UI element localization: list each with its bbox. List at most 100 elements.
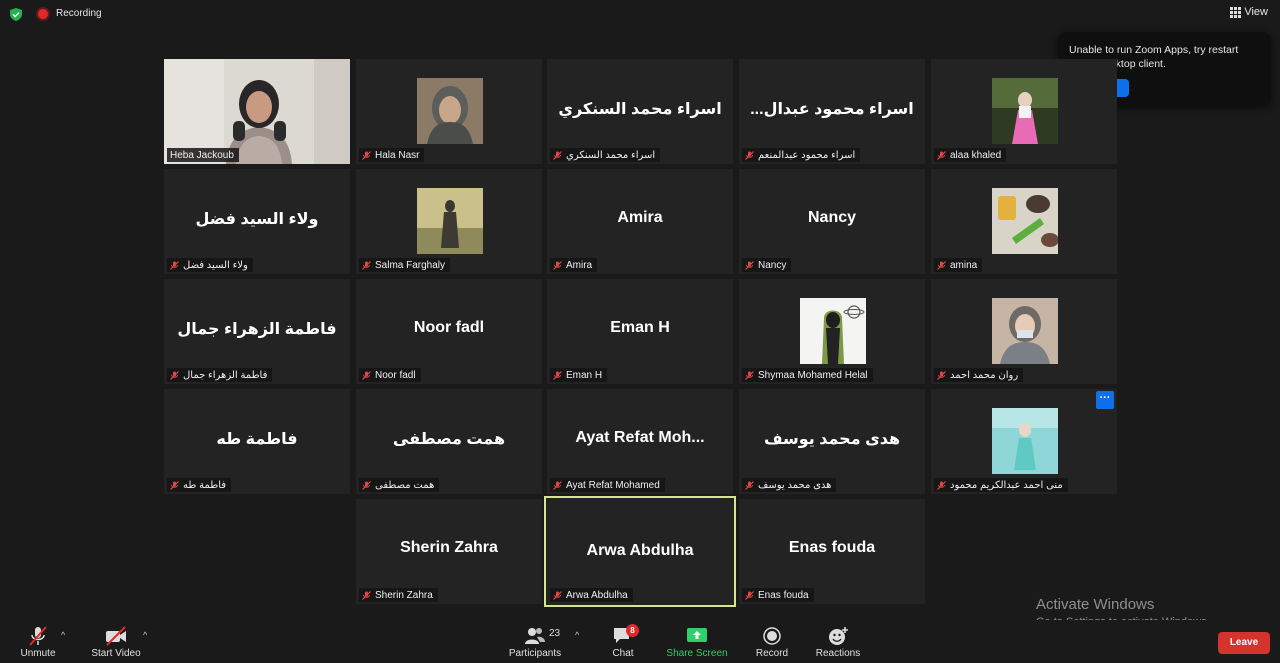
reactions-button[interactable]: Reactions — [814, 620, 862, 663]
participant-nameplate: Salma Farghaly — [359, 258, 451, 272]
chat-label: Chat — [612, 648, 634, 659]
participant-name: فاطمة طه — [183, 479, 227, 491]
participant-display-name: Nancy — [807, 209, 857, 226]
participant-nameplate: Nancy — [742, 258, 792, 272]
participant-display-name: Amira — [617, 209, 663, 226]
participant-nameplate: alaa khaled — [934, 148, 1007, 162]
participant-name: Eman H — [566, 369, 603, 381]
mic-muted-icon — [362, 150, 371, 160]
participant-display-name: فاطمة طه — [216, 431, 298, 448]
participant-tile-esraa-abdelmoneim[interactable]: ...اسراء محمود عبدال اسراء محمود عبدالمن… — [739, 59, 925, 164]
smiley-reaction-icon — [829, 627, 848, 645]
participant-nameplate: منى احمد عبدالكريم محمود — [934, 478, 1068, 492]
participant-tile-shymaa[interactable]: Shymaa Mohamed Helal — [739, 279, 925, 384]
participants-options-caret-icon[interactable]: ^ — [575, 630, 579, 640]
participant-tile-nancy[interactable]: Nancy Nancy — [739, 169, 925, 274]
record-label: Record — [755, 648, 789, 659]
avatar — [417, 78, 483, 144]
participant-nameplate: روان محمد احمد — [934, 368, 1024, 382]
mic-muted-icon — [937, 480, 946, 490]
participant-nameplate: Hala Nasr — [359, 148, 425, 162]
participant-name: Ayat Refat Mohamed — [566, 479, 660, 491]
participant-tile-hemmat[interactable]: همت مصطفى همت مصطفى — [356, 389, 542, 494]
participant-name: Amira — [566, 259, 593, 271]
shield-icon[interactable] — [10, 8, 22, 21]
participants-icon — [525, 628, 545, 644]
reactions-label: Reactions — [815, 648, 861, 659]
participants-button[interactable]: Participants — [506, 620, 564, 663]
participant-name: اسراء محمد السنكري — [566, 149, 656, 161]
meeting-controls-toolbar: Unmute ^ Start Video ^ Participants 23 ^… — [0, 620, 1280, 663]
share-screen-button[interactable]: Share Screen — [664, 620, 730, 663]
recording-icon[interactable] — [38, 9, 48, 19]
participant-name: فاطمة الزهراء جمال — [183, 369, 268, 381]
participant-name: منى احمد عبدالكريم محمود — [950, 479, 1063, 491]
mic-muted-icon — [362, 590, 371, 600]
video-options-caret-icon[interactable]: ^ — [143, 630, 147, 640]
participant-tile-hala[interactable]: Hala Nasr — [356, 59, 542, 164]
participant-name: alaa khaled — [950, 149, 1002, 161]
meeting-top-bar: Recording View — [0, 0, 1280, 28]
participant-tile-heba[interactable]: Heba Jackoub — [164, 59, 350, 164]
participant-tile-walaa[interactable]: ولاء السيد فضل ولاء السيد فضل — [164, 169, 350, 274]
participant-display-name: ...اسراء محمود عبدال — [750, 101, 914, 118]
participant-tile-amira[interactable]: Amira Amira — [547, 169, 733, 274]
participant-nameplate: هدى محمد يوسف — [742, 478, 837, 492]
participant-nameplate: ولاء السيد فضل — [167, 258, 253, 272]
avatar — [992, 298, 1058, 364]
participant-tile-fatma-taha[interactable]: فاطمة طه فاطمة طه — [164, 389, 350, 494]
participant-tile-sherin[interactable]: Sherin Zahra Sherin Zahra — [356, 499, 542, 604]
grid-icon — [1230, 7, 1242, 18]
mic-muted-icon — [170, 370, 179, 380]
participant-name: Heba Jackoub — [170, 149, 234, 161]
participant-display-name: فاطمة الزهراء جمال — [177, 321, 337, 338]
record-icon — [763, 627, 781, 645]
participant-tile-alaa[interactable]: alaa khaled — [931, 59, 1117, 164]
participant-nameplate: Eman H — [550, 368, 608, 382]
mic-muted-icon — [553, 260, 562, 270]
watermark-title: Activate Windows — [1036, 596, 1155, 613]
record-button[interactable]: Record — [752, 620, 792, 663]
participant-tile-ayat[interactable]: Ayat Refat Moh... Ayat Refat Mohamed — [547, 389, 733, 494]
participant-tile-fatma-elzahraa[interactable]: فاطمة الزهراء جمال فاطمة الزهراء جمال — [164, 279, 350, 384]
participant-nameplate: Heba Jackoub — [167, 148, 239, 162]
participant-nameplate: Enas fouda — [742, 588, 814, 602]
mic-muted-icon — [937, 370, 946, 380]
participant-name: Enas fouda — [758, 589, 809, 601]
participant-nameplate: فاطمة طه — [167, 478, 232, 492]
start-video-button[interactable]: Start Video — [86, 620, 146, 663]
participant-tile-arwa-active-speaker[interactable]: Arwa Abdulha Arwa Abdulha — [544, 496, 736, 607]
audio-options-caret-icon[interactable]: ^ — [61, 630, 65, 640]
participant-tile-hoda[interactable]: هدى محمد يوسف هدى محمد يوسف — [739, 389, 925, 494]
participant-name: Salma Farghaly — [375, 259, 446, 271]
participant-display-name: Noor fadl — [413, 319, 485, 336]
mic-muted-icon — [362, 260, 371, 270]
participant-tile-enas[interactable]: Enas fouda Enas fouda — [739, 499, 925, 604]
participant-name: Nancy — [758, 259, 787, 271]
participant-nameplate: Arwa Abdulha — [550, 588, 633, 602]
leave-button[interactable]: Leave — [1218, 632, 1270, 654]
more-options-button[interactable]: ··· — [1096, 391, 1114, 409]
avatar — [992, 78, 1058, 144]
view-button[interactable]: View — [1230, 6, 1268, 18]
participant-tile-salma[interactable]: Salma Farghaly — [356, 169, 542, 274]
participant-tile-esraa-elsonkry[interactable]: اسراء محمد السنكري اسراء محمد السنكري — [547, 59, 733, 164]
participant-tile-mona[interactable]: منى احمد عبدالكريم محمود — [931, 389, 1117, 494]
mic-muted-icon — [745, 370, 754, 380]
participant-display-name: اسراء محمد السنكري — [558, 101, 722, 118]
unmute-button[interactable]: Unmute — [14, 620, 62, 663]
participant-name: هدى محمد يوسف — [758, 479, 832, 491]
microphone-muted-icon — [29, 626, 47, 646]
mic-muted-icon — [937, 260, 946, 270]
participant-tile-amina[interactable]: amina — [931, 169, 1117, 274]
participant-tile-eman[interactable]: Eman H Eman H — [547, 279, 733, 384]
participant-nameplate: فاطمة الزهراء جمال — [167, 368, 273, 382]
participant-nameplate: همت مصطفى — [359, 478, 440, 492]
participant-tile-rawan[interactable]: روان محمد احمد — [931, 279, 1117, 384]
mic-muted-icon — [745, 590, 754, 600]
participant-tile-noor[interactable]: Noor fadl Noor fadl — [356, 279, 542, 384]
participant-name: اسراء محمود عبدالمنعم — [758, 149, 856, 161]
participant-display-name: Ayat Refat Moh... — [575, 429, 705, 446]
participant-name: Hala Nasr — [375, 149, 420, 161]
participant-name: همت مصطفى — [375, 479, 435, 491]
